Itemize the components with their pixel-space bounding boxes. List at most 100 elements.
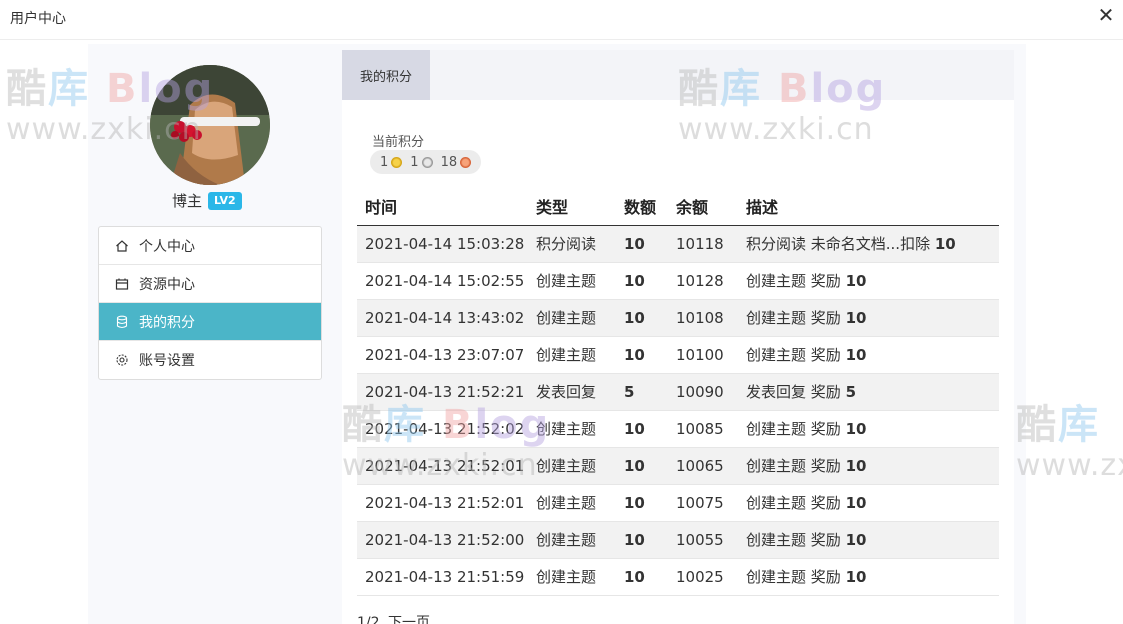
page-indicator: 1/2	[357, 615, 380, 624]
description-value: 10	[845, 420, 867, 438]
cell-amount: 10	[616, 447, 668, 485]
cell-balance: 10090	[668, 373, 738, 411]
cell-time: 2021-04-13 23:07:07	[357, 336, 528, 374]
column-header-description: 描述	[738, 188, 999, 226]
description-text: 创建主题 奖励	[746, 531, 841, 549]
watermark: 酷库 www.zxki.cn	[1016, 402, 1123, 483]
cell-time: 2021-04-14 15:02:55	[357, 262, 528, 300]
cell-amount: 10	[616, 558, 668, 596]
description-value: 10	[845, 568, 867, 586]
table-row: 2021-04-13 21:52:01 创建主题 10 10065 创建主题 奖励 10	[357, 447, 999, 485]
close-icon[interactable]: ✕	[1095, 4, 1117, 26]
cell-description: 创建主题 奖励 10	[738, 447, 999, 485]
description-value: 10	[934, 235, 956, 253]
cell-amount: 10	[616, 410, 668, 448]
cell-description: 发表回复 奖励 5	[738, 373, 999, 411]
cell-description: 创建主题 奖励 10	[738, 410, 999, 448]
silver-coin-icon	[421, 156, 433, 168]
description-value: 10	[845, 494, 867, 512]
column-header-balance: 余额	[668, 188, 738, 226]
sidebar-item-label: 资源中心	[139, 276, 195, 293]
description-text: 创建主题 奖励	[746, 494, 841, 512]
title-bar: 用户中心 ✕	[0, 0, 1123, 40]
cell-amount: 10	[616, 484, 668, 522]
table-header-row: 时间 类型 数额 余额 描述	[357, 188, 999, 226]
column-header-amount: 数额	[616, 188, 668, 226]
table-row: 2021-04-13 21:52:00 创建主题 10 10055 创建主题 奖励 10	[357, 521, 999, 559]
description-value: 10	[845, 346, 867, 364]
level-badge: LV2	[208, 191, 242, 210]
cell-time: 2021-04-13 21:52:00	[357, 521, 528, 559]
cell-description: 创建主题 奖励 10	[738, 558, 999, 596]
cell-balance: 10128	[668, 262, 738, 300]
sidebar-item-label: 我的积分	[139, 314, 195, 331]
points-badge: 1 1 18	[370, 150, 482, 174]
cell-type: 创建主题	[528, 299, 616, 337]
tab-bar	[430, 50, 1014, 100]
current-points-label: 当前积分	[372, 135, 425, 150]
column-header-type: 类型	[528, 188, 616, 226]
description-text: 创建主题 奖励	[746, 420, 841, 438]
cell-amount: 10	[616, 521, 668, 559]
description-text: 创建主题 奖励	[746, 309, 841, 327]
description-value: 10	[845, 309, 867, 327]
table-row: 2021-04-14 15:03:28 积分阅读 10 10118 积分阅读 未命名文档…	[357, 225, 999, 263]
sidebar-item-resources[interactable]: 资源中心	[99, 265, 321, 303]
column-header-time: 时间	[357, 188, 528, 226]
sidebar-item-profile[interactable]: 个人中心	[99, 227, 321, 265]
description-text: 创建主题 奖励	[746, 272, 841, 290]
cell-amount: 10	[616, 299, 668, 337]
silver-count: 1	[410, 154, 419, 170]
cell-time: 2021-04-13 21:52:01	[357, 484, 528, 522]
cell-balance: 10025	[668, 558, 738, 596]
pagination: 1/2 下一页	[357, 612, 430, 624]
table-row: 2021-04-13 21:52:01 创建主题 10 10075 创建主题 奖励 10	[357, 484, 999, 522]
next-page-link[interactable]: 下一页	[388, 615, 430, 624]
home-icon	[115, 239, 129, 253]
cell-description: 创建主题 奖励 10	[738, 484, 999, 522]
cell-description: 创建主题 奖励 10	[738, 521, 999, 559]
cell-time: 2021-04-13 21:52:21	[357, 373, 528, 411]
cell-amount: 5	[616, 373, 668, 411]
cell-type: 创建主题	[528, 410, 616, 448]
description-value: 10	[845, 531, 867, 549]
description-text: 发表回复 奖励	[746, 383, 841, 401]
cell-time: 2021-04-13 21:51:59	[357, 558, 528, 596]
cell-time: 2021-04-13 21:52:01	[357, 447, 528, 485]
cell-description: 创建主题 奖励 10	[738, 299, 999, 337]
cell-type: 创建主题	[528, 521, 616, 559]
user-info: 博主 LV2	[172, 190, 242, 211]
sidebar-item-points[interactable]: 我的积分	[99, 303, 321, 341]
description-value: 5	[845, 383, 856, 401]
cell-description: 创建主题 奖励 10	[738, 336, 999, 374]
bronze-coin-icon	[460, 156, 472, 168]
cell-time: 2021-04-14 13:43:02	[357, 299, 528, 337]
database-icon	[115, 315, 129, 329]
table-row: 2021-04-13 21:52:21 发表回复 5 10090 发表回复 奖励 5	[357, 373, 999, 411]
gold-count: 1	[380, 154, 389, 170]
description-value: 10	[845, 272, 867, 290]
tab-my-points[interactable]: 我的积分	[342, 50, 430, 100]
cell-balance: 10118	[668, 225, 738, 263]
sidebar-item-settings[interactable]: 账号设置	[99, 341, 321, 379]
table-row: 2021-04-13 21:52:02 创建主题 10 10085 创建主题 奖励 10	[357, 410, 999, 448]
cell-balance: 10065	[668, 447, 738, 485]
cell-balance: 10075	[668, 484, 738, 522]
cell-time: 2021-04-13 21:52:02	[357, 410, 528, 448]
table-row: 2021-04-14 13:43:02 创建主题 10 10108 创建主题 奖励 10	[357, 299, 999, 337]
avatar-image	[150, 65, 270, 185]
cell-balance: 10100	[668, 336, 738, 374]
cell-amount: 10	[616, 225, 668, 263]
cell-balance: 10055	[668, 521, 738, 559]
cell-type: 创建主题	[528, 447, 616, 485]
window-title: 用户中心	[10, 11, 66, 27]
cell-description: 创建主题 奖励 10	[738, 262, 999, 300]
table-row: 2021-04-14 15:02:55 创建主题 10 10128 创建主题 奖励 10	[357, 262, 999, 300]
points-table: 时间 类型 数额 余额 描述 2021-04-14 15:03:28 积分阅读 10…	[357, 188, 999, 596]
sidebar-item-label: 账号设置	[139, 353, 195, 369]
sidebar-menu: 个人中心 资源中心 我的积分 账号设置	[98, 226, 322, 380]
cell-balance: 10108	[668, 299, 738, 337]
sidebar-item-label: 个人中心	[139, 238, 195, 255]
cell-type: 创建主题	[528, 484, 616, 522]
gold-coin-icon	[391, 156, 403, 168]
